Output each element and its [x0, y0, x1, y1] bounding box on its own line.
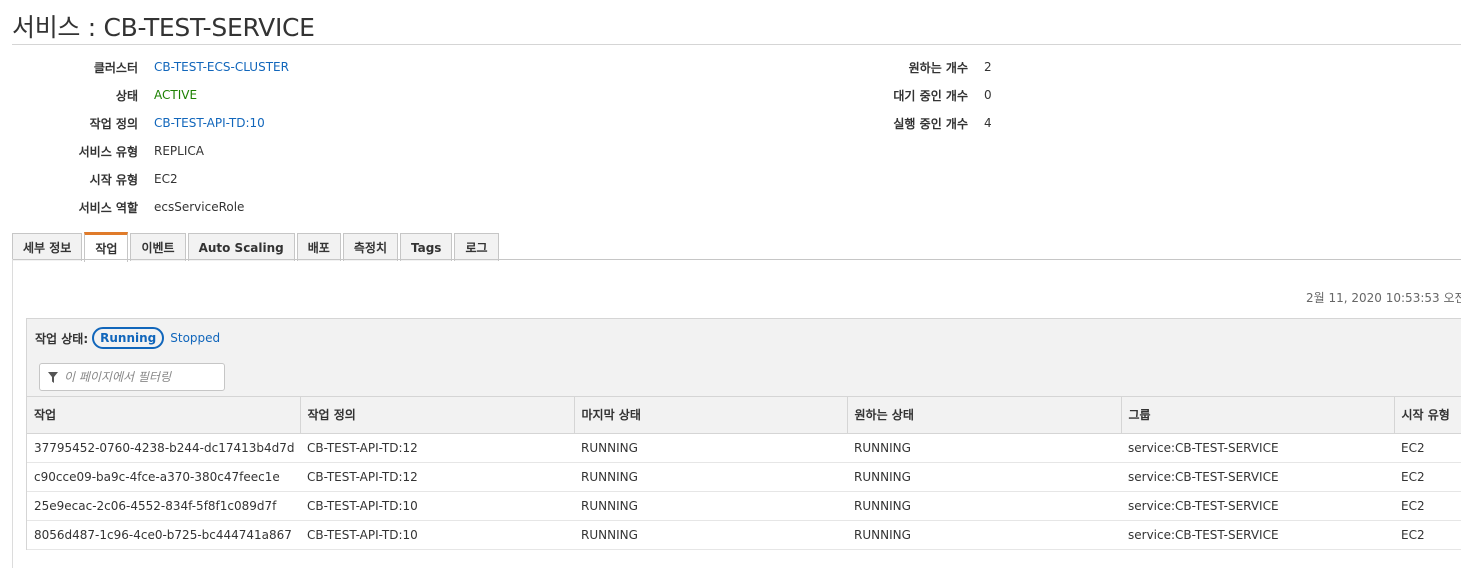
detail-label: 대기 중인 개수	[893, 88, 968, 103]
launch-type-cell: EC2	[1394, 433, 1461, 463]
launch-type-cell: EC2	[1394, 520, 1461, 550]
detail-row-desired-count: 원하는 개수 2	[740, 53, 992, 81]
tab-events[interactable]: 이벤트	[130, 233, 186, 261]
detail-label: 서비스 역할	[78, 200, 138, 215]
detail-label: 작업 정의	[89, 116, 138, 131]
table-row: 25e9ecac-2c06-4552-834f-5f8f1c089d7f CB-…	[27, 491, 1461, 521]
group-cell: service:CB-TEST-SERVICE	[1121, 433, 1394, 463]
detail-row-service-type: 서비스 유형 REPLICA	[0, 137, 289, 165]
detail-label: 상태	[115, 88, 138, 103]
column-header-launch-type[interactable]: 시작 유형	[1394, 397, 1461, 434]
tasks-panel: 작업 상태: Running Stopped 작업 작업 정의 마지막 상태 원…	[26, 318, 1461, 550]
last-updated-timestamp: 2월 11, 2020 10:53:53 오전 (	[1306, 291, 1461, 305]
table-header-row: 작업 작업 정의 마지막 상태 원하는 상태 그룹 시작 유형	[27, 397, 1461, 434]
detail-row-pending-count: 대기 중인 개수 0	[740, 81, 992, 109]
tabs-divider	[12, 259, 1461, 260]
service-role-value: ecsServiceRole	[154, 200, 245, 214]
detail-row-running-count: 실행 중인 개수 4	[740, 109, 992, 137]
task-id-link[interactable]: 25e9ecac-2c06-4552-834f-5f8f1c089d7f	[27, 491, 300, 521]
cluster-link[interactable]: CB-TEST-ECS-CLUSTER	[154, 60, 289, 74]
group-cell: service:CB-TEST-SERVICE	[1121, 491, 1394, 521]
tab-tags[interactable]: Tags	[399, 233, 453, 261]
pending-count-value: 0	[984, 88, 992, 102]
details-left: 클러스터 CB-TEST-ECS-CLUSTER 상태 ACTIVE 작업 정의…	[0, 53, 289, 221]
running-count-value: 4	[984, 116, 992, 130]
task-id-link[interactable]: 37795452-0760-4238-b244-dc17413b4d7d	[27, 433, 300, 463]
tasks-toolbar: 작업 상태: Running Stopped	[27, 319, 1461, 397]
tab-logs[interactable]: 로그	[454, 233, 499, 261]
desired-count-value: 2	[984, 60, 992, 74]
detail-row-cluster: 클러스터 CB-TEST-ECS-CLUSTER	[0, 53, 289, 81]
table-row: 37795452-0760-4238-b244-dc17413b4d7d CB-…	[27, 433, 1461, 463]
page-title: 서비스 : CB-TEST-SERVICE	[12, 13, 315, 42]
task-definition-link[interactable]: CB-TEST-API-TD:12	[300, 433, 574, 463]
desired-status-cell: RUNNING	[847, 520, 1121, 550]
column-header-last-status[interactable]: 마지막 상태	[574, 397, 848, 434]
group-cell: service:CB-TEST-SERVICE	[1121, 462, 1394, 492]
desired-status-cell: RUNNING	[847, 462, 1121, 492]
column-header-task-definition[interactable]: 작업 정의	[300, 397, 575, 434]
tab-details[interactable]: 세부 정보	[12, 233, 83, 261]
column-header-desired-status[interactable]: 원하는 상태	[847, 397, 1122, 434]
task-id-link[interactable]: 8056d487-1c96-4ce0-b725-bc444741a867	[27, 520, 300, 550]
detail-label: 실행 중인 개수	[893, 116, 968, 131]
title-divider	[12, 44, 1461, 45]
launch-type-cell: EC2	[1394, 491, 1461, 521]
detail-row-task-definition: 작업 정의 CB-TEST-API-TD:10	[0, 109, 289, 137]
filter-box[interactable]	[39, 363, 225, 391]
status-value: ACTIVE	[154, 88, 198, 102]
desired-status-cell: RUNNING	[847, 491, 1121, 521]
last-status-cell: RUNNING	[574, 433, 847, 463]
tab-tasks[interactable]: 작업	[84, 232, 129, 262]
detail-label: 원하는 개수	[908, 60, 968, 75]
filter-input[interactable]	[64, 370, 214, 384]
tasks-table: 작업 작업 정의 마지막 상태 원하는 상태 그룹 시작 유형 37795452…	[27, 397, 1461, 550]
stopped-filter-button[interactable]: Stopped	[170, 331, 220, 345]
tab-auto-scaling[interactable]: Auto Scaling	[187, 233, 295, 261]
tab-deployments[interactable]: 배포	[296, 233, 341, 261]
group-cell: service:CB-TEST-SERVICE	[1121, 520, 1394, 550]
last-status-cell: RUNNING	[574, 491, 847, 521]
detail-row-service-role: 서비스 역할 ecsServiceRole	[0, 193, 289, 221]
tab-metrics[interactable]: 측정치	[342, 233, 398, 261]
task-state-filter: 작업 상태: Running Stopped	[35, 327, 220, 349]
detail-label: 서비스 유형	[78, 144, 138, 159]
details-right: 원하는 개수 2 대기 중인 개수 0 실행 중인 개수 4	[740, 53, 992, 137]
running-filter-button[interactable]: Running	[92, 327, 165, 349]
detail-label: 시작 유형	[89, 172, 138, 187]
last-status-cell: RUNNING	[574, 520, 847, 550]
detail-label: 클러스터	[93, 60, 138, 75]
desired-status-cell: RUNNING	[847, 433, 1121, 463]
task-id-link[interactable]: c90cce09-ba9c-4fce-a370-380c47feec1e	[27, 462, 300, 492]
task-definition-link[interactable]: CB-TEST-API-TD:10	[154, 116, 265, 130]
table-row: 8056d487-1c96-4ce0-b725-bc444741a867 CB-…	[27, 520, 1461, 550]
service-tabs: 세부 정보 작업 이벤트 Auto Scaling 배포 측정치 Tags 로그	[12, 231, 501, 262]
detail-row-status: 상태 ACTIVE	[0, 81, 289, 109]
funnel-icon	[48, 371, 58, 383]
table-row: c90cce09-ba9c-4fce-a370-380c47feec1e CB-…	[27, 462, 1461, 492]
column-header-task[interactable]: 작업	[27, 397, 301, 434]
task-definition-link[interactable]: CB-TEST-API-TD:12	[300, 462, 574, 492]
task-state-label: 작업 상태:	[35, 331, 89, 346]
detail-row-launch-type: 시작 유형 EC2	[0, 165, 289, 193]
task-definition-link[interactable]: CB-TEST-API-TD:10	[300, 520, 574, 550]
last-status-cell: RUNNING	[574, 462, 847, 492]
task-definition-link[interactable]: CB-TEST-API-TD:10	[300, 491, 574, 521]
launch-type-value: EC2	[154, 172, 178, 186]
column-header-group[interactable]: 그룹	[1121, 397, 1395, 434]
panel-border	[12, 259, 13, 568]
service-type-value: REPLICA	[154, 144, 204, 158]
launch-type-cell: EC2	[1394, 462, 1461, 492]
